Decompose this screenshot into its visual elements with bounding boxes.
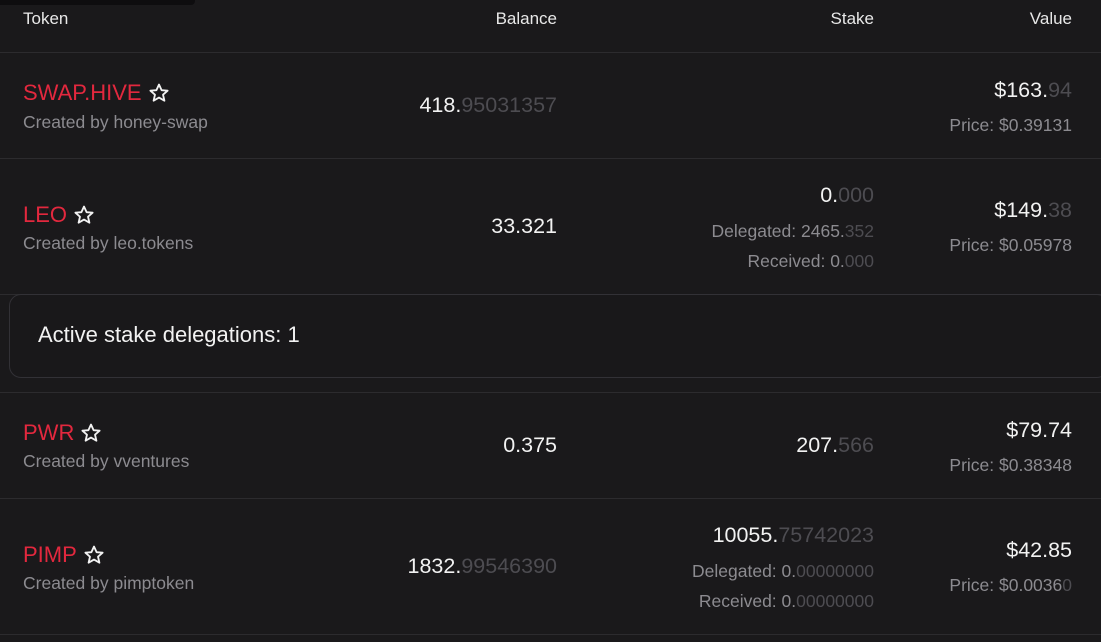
token-price: Price: $0.05978 [949, 235, 1072, 255]
column-header-balance[interactable]: Balance [496, 9, 557, 29]
active-delegations-label: Active stake delegations: 1 [38, 322, 300, 347]
delegated-integer: Delegated: 0. [692, 561, 797, 581]
value-decimals: 94 [1048, 78, 1072, 102]
star-outline-icon[interactable] [83, 544, 105, 566]
column-header-token[interactable]: Token [23, 9, 68, 29]
value-integer: $79.74 [1006, 418, 1072, 442]
token-name-line: LEO [23, 202, 95, 228]
star-outline-icon[interactable] [80, 422, 102, 444]
token-name-line: PIMP [23, 542, 105, 568]
value-amount: $79.74 [1006, 418, 1072, 443]
received-integer: Received: 0. [747, 251, 845, 271]
stake-decimals: 566 [838, 433, 874, 457]
stake-decimals: 000 [838, 183, 874, 207]
stake-integer: 0. [820, 183, 839, 207]
delegated-amount: Delegated: 2465.352 [711, 221, 874, 242]
stake-value: 10055.75742023 [713, 523, 874, 548]
star-outline-icon[interactable] [148, 82, 170, 104]
token-symbol[interactable]: PIMP [23, 542, 77, 568]
received-amount: Received: 0.00000000 [699, 591, 874, 612]
received-amount: Received: 0.000 [748, 251, 874, 272]
stake-value: 207.566 [796, 433, 874, 458]
table-row[interactable]: SWAP.HIVE Created by honey-swap 418.9503… [0, 53, 1101, 159]
value-amount: $163.94 [994, 78, 1072, 103]
token-creator: Created by honey-swap [23, 112, 208, 132]
balance-integer: 0.375 [503, 433, 557, 457]
token-creator: Created by pimptoken [23, 573, 195, 593]
token-price: Price: $0.00360 [949, 575, 1072, 596]
token-creator: Created by vventures [23, 451, 190, 471]
column-header-stake[interactable]: Stake [831, 9, 874, 29]
delegated-integer: Delegated: 2465. [711, 221, 845, 241]
stake-decimals: 75742023 [778, 523, 874, 547]
price-integer: Price: $0.0036 [949, 575, 1063, 595]
delegations-panel[interactable]: Active stake delegations: 1 [9, 294, 1101, 378]
stake-integer: 207. [796, 433, 839, 457]
delegated-decimals: 00000000 [796, 561, 874, 581]
balance-value: 33.321 [491, 214, 557, 239]
token-creator: Created by leo.tokens [23, 233, 194, 253]
balance-value: 418.95031357 [419, 93, 557, 118]
token-symbol[interactable]: SWAP.HIVE [23, 80, 142, 106]
value-integer: $163. [994, 78, 1049, 102]
table-row[interactable]: LEO Created by leo.tokens 33.321 0.000 D… [0, 159, 1101, 295]
delegated-decimals: 352 [844, 221, 874, 241]
balance-decimals: 95031357 [461, 93, 557, 117]
token-name-line: PWR [23, 420, 102, 446]
value-integer: $42.85 [1006, 538, 1072, 562]
received-integer: Received: 0. [698, 591, 797, 611]
table-row[interactable]: PIMP Created by pimptoken 1832.99546390 … [0, 499, 1101, 635]
received-decimals: 00000000 [796, 591, 874, 611]
value-integer: $149. [994, 198, 1049, 222]
column-header-value[interactable]: Value [1030, 9, 1072, 29]
balance-integer: 418. [419, 93, 462, 117]
table-header: Token Balance Stake Value [0, 0, 1101, 53]
token-symbol[interactable]: PWR [23, 420, 74, 446]
star-outline-icon[interactable] [73, 204, 95, 226]
balance-value: 1832.99546390 [408, 554, 557, 579]
table-row[interactable]: PWR Created by vventures 0.375 207.566 $… [0, 393, 1101, 499]
balance-integer: 33.321 [491, 214, 557, 238]
price-decimals: 0 [1062, 575, 1072, 595]
stake-integer: 10055. [712, 523, 779, 547]
token-price: Price: $0.38348 [949, 455, 1072, 475]
value-amount: $42.85 [1006, 538, 1072, 563]
balance-integer: 1832. [407, 554, 462, 578]
token-name-line: SWAP.HIVE [23, 80, 170, 106]
value-amount: $149.38 [994, 198, 1072, 223]
balance-value: 0.375 [503, 433, 557, 458]
token-symbol[interactable]: LEO [23, 202, 67, 228]
delegated-amount: Delegated: 0.00000000 [692, 561, 874, 582]
value-decimals: 38 [1048, 198, 1072, 222]
received-decimals: 000 [844, 251, 874, 271]
token-price: Price: $0.39131 [949, 115, 1072, 135]
stake-value: 0.000 [820, 183, 874, 208]
balance-decimals: 99546390 [461, 554, 557, 578]
